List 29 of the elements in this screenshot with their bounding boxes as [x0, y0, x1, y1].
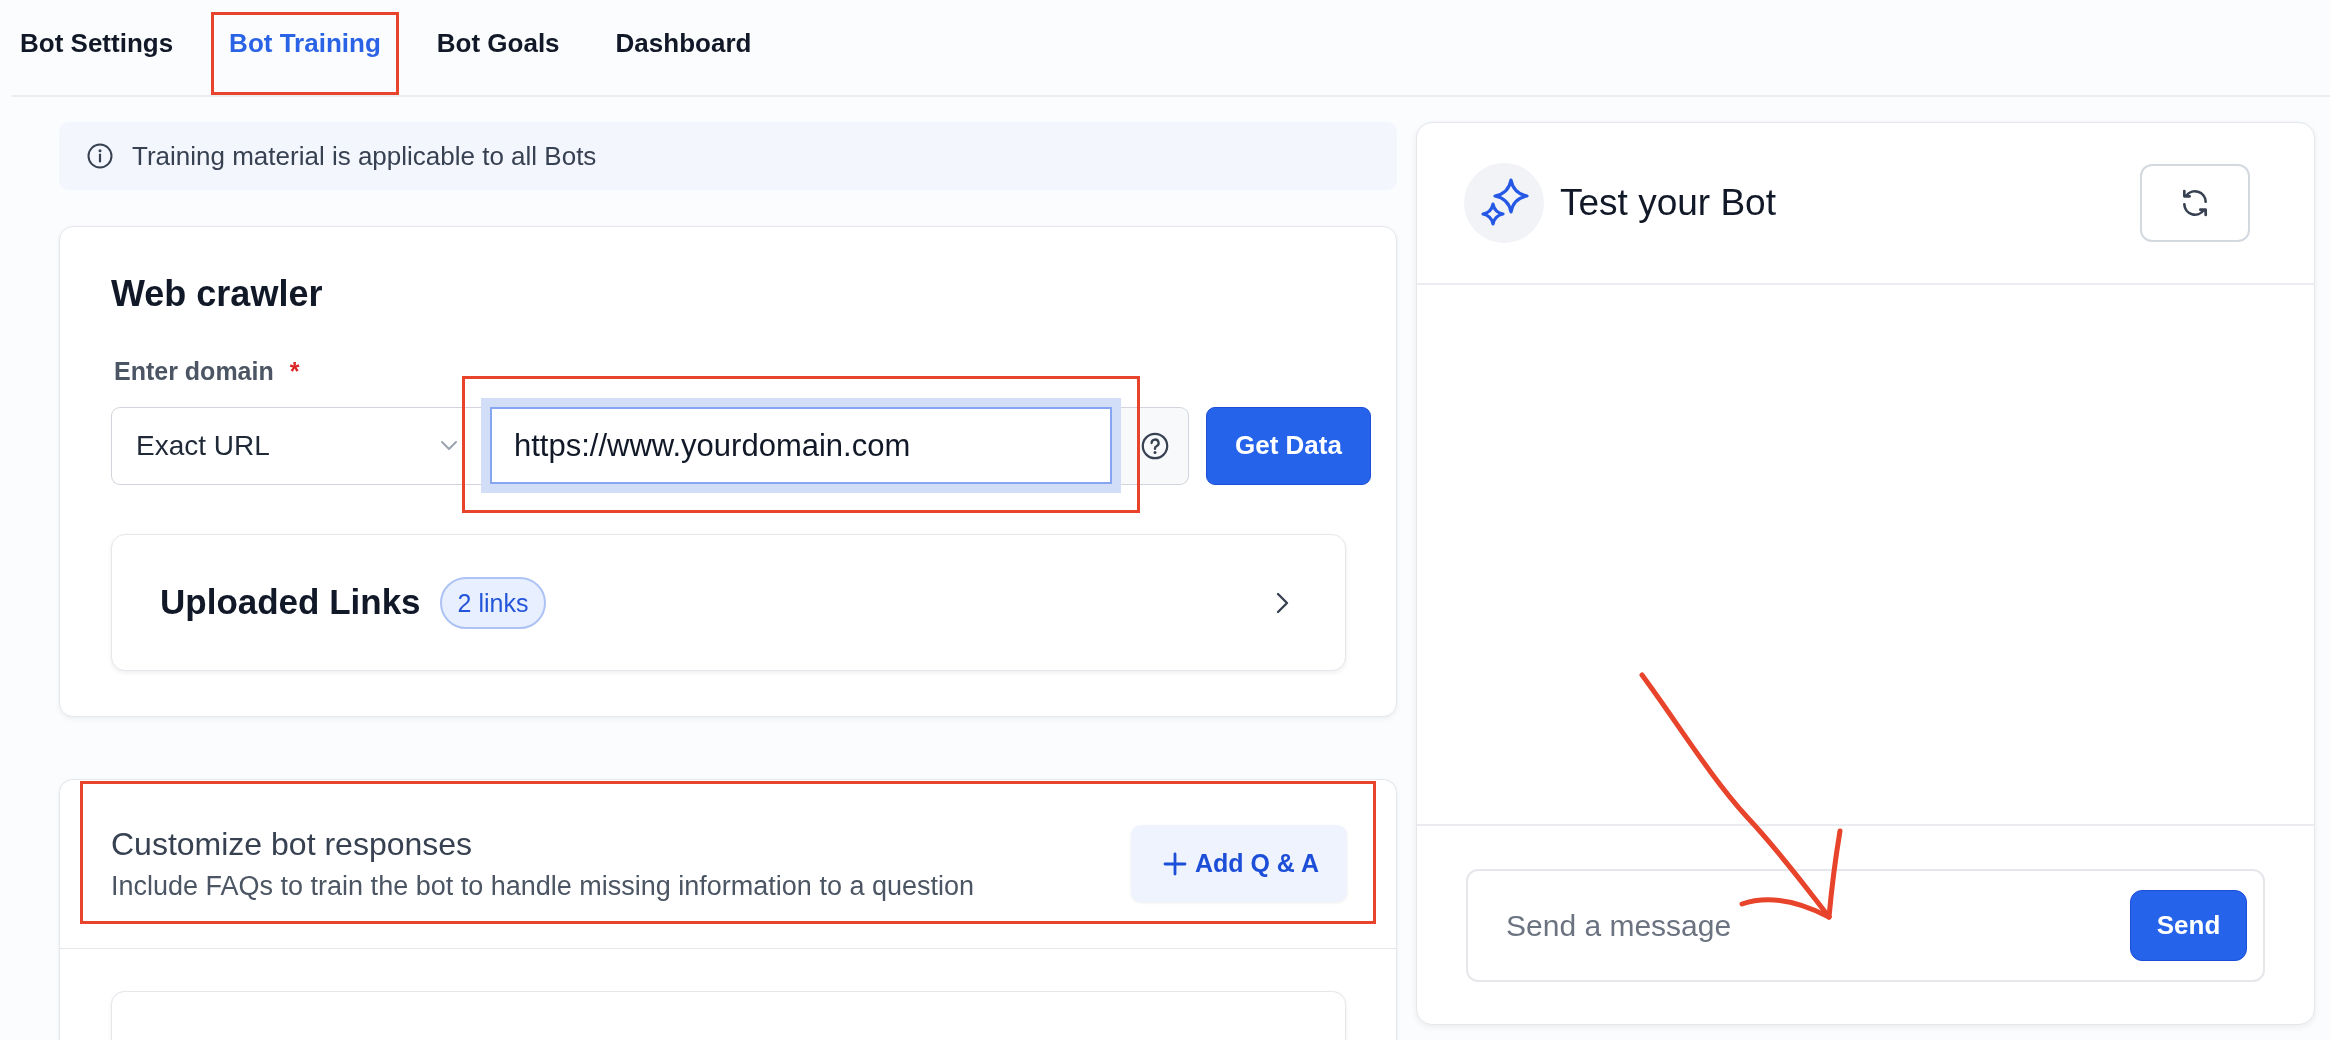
tab[interactable]: Bot Goals	[421, 15, 575, 92]
notice-text: Training material is applicable to all Bots	[132, 139, 597, 173]
tab[interactable]: Bot Settings	[5, 15, 189, 92]
add-qa-button[interactable]: Add Q & A	[1130, 825, 1347, 902]
uploaded-links-title: Uploaded Links	[160, 581, 421, 624]
message-input[interactable]: Send a message	[1468, 871, 2130, 980]
refresh-button[interactable]	[2140, 164, 2250, 242]
help-button[interactable]	[1121, 406, 1189, 485]
link-count-badge: 2 links	[439, 576, 547, 629]
url-input[interactable]: https://www.yourdomain.com	[481, 398, 1121, 493]
chevron-right-icon	[1275, 590, 1289, 615]
info-icon	[87, 143, 113, 169]
sparkle-icon	[1464, 163, 1544, 243]
help-icon	[1140, 431, 1169, 460]
tab[interactable]: Dashboard	[600, 15, 767, 92]
section-title: Customize bot responses	[111, 825, 473, 864]
send-button[interactable]: Send	[2130, 890, 2247, 961]
chevron-down-icon	[440, 439, 458, 452]
section-description: Include FAQs to train the bot to handle missing information to a question	[111, 870, 974, 903]
match-type-select[interactable]: Exact URL	[111, 406, 481, 485]
uploaded-links-card[interactable]: Uploaded Links 2 links	[111, 534, 1346, 671]
panel-title: Test your Bot	[1560, 181, 1776, 226]
tab[interactable]: Bot Training	[214, 15, 396, 92]
section-title: Web crawler	[111, 272, 323, 316]
message-field[interactable]: Send a message Send	[1466, 869, 2265, 982]
field-label: Enter domain	[114, 356, 274, 386]
plus-icon	[1162, 851, 1187, 876]
get-data-button[interactable]: Get Data	[1206, 406, 1371, 485]
required-mark: *	[289, 356, 300, 386]
